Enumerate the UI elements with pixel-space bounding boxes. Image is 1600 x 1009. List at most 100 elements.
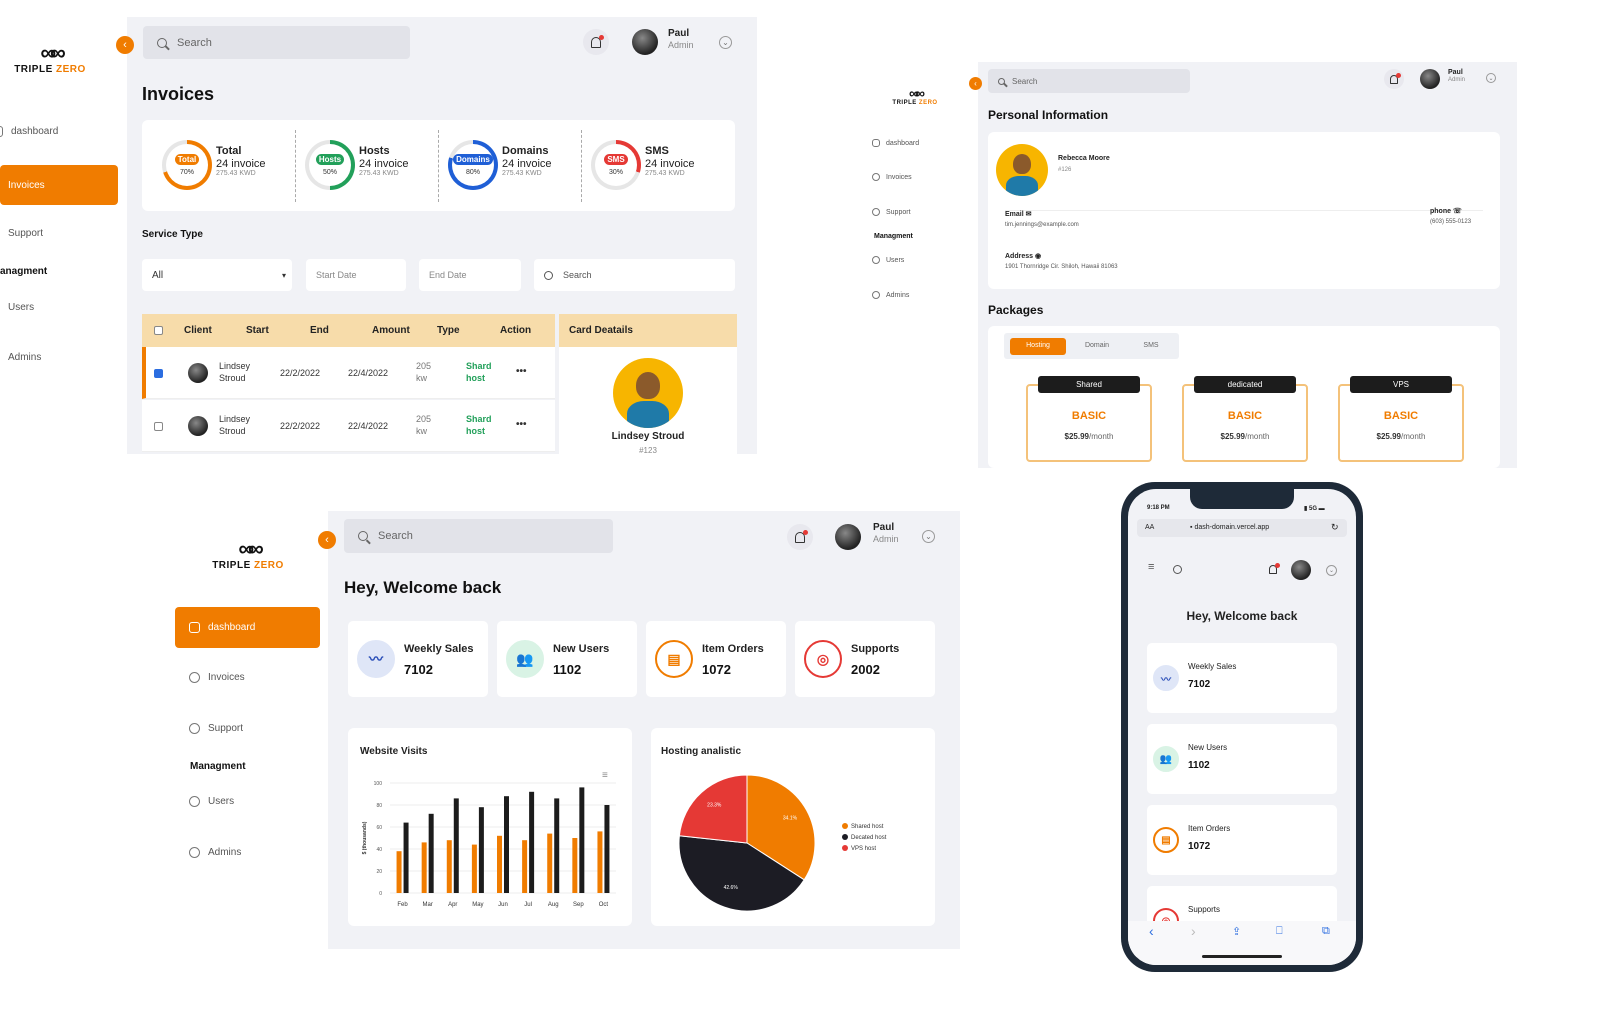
package-price: $25.99/month (1220, 432, 1270, 441)
column-end[interactable]: End (310, 325, 329, 336)
sidebar-item-admins[interactable]: Admins (8, 352, 41, 363)
reader-mode-button[interactable]: AA (1145, 524, 1154, 531)
invoice-stats-card: Total 70% Total 24 invoice 275.43 KWD Hosts 50… (142, 120, 735, 211)
package-card[interactable]: VPS BASIC $25.99/month (1338, 376, 1464, 462)
stat-card[interactable]: 〰 Weekly Sales 7102 (1147, 643, 1337, 713)
stat-card[interactable]: 👥 New Users 1102 (1147, 724, 1337, 794)
client-name: Lindsey Stroud (219, 361, 251, 383)
search-input[interactable]: Search (143, 26, 410, 59)
sidebar-item-support[interactable]: Support (0, 228, 43, 239)
bar (597, 831, 603, 893)
search-icon[interactable] (1173, 565, 1182, 574)
profile-name: Rebecca Moore (1058, 155, 1110, 162)
sidebar-item-users[interactable]: Users (872, 256, 904, 264)
sidebar-item-support[interactable]: Support (189, 723, 243, 734)
search-input[interactable]: Search (344, 519, 613, 553)
column-type[interactable]: Type (437, 325, 460, 336)
package-card[interactable]: dedicated BASIC $25.99/month (1182, 376, 1308, 462)
table-row[interactable]: Lindsey Stroud 22/2/2022 22/4/2022 205 kw Shar… (142, 347, 555, 399)
notification-bell-icon[interactable] (583, 29, 609, 55)
sidebar-toggle-button[interactable]: ‹ (318, 531, 336, 549)
row-checkbox[interactable] (154, 422, 163, 431)
hosting-analytics-card: Hosting analistic 34.1% 42.6% 23.3% Shared … (651, 728, 935, 926)
sidebar-item-invoices[interactable]: Invoices (189, 672, 245, 683)
package-card[interactable]: Shared BASIC $25.99/month (1026, 376, 1152, 462)
chevron-down-icon[interactable]: ⌄ (922, 530, 935, 543)
more-actions-icon[interactable]: ••• (516, 418, 527, 431)
url-text: ▪ dash-domain.vercel.app (1190, 524, 1270, 531)
avatar[interactable] (835, 524, 861, 550)
client-avatar (188, 416, 208, 436)
stat-label: Supports (1188, 905, 1221, 914)
sidebar-item-admins[interactable]: Admins (872, 291, 909, 299)
stat-card[interactable]: ▤ Item Orders 1072 (1147, 805, 1337, 875)
table-row[interactable]: Lindsey Stroud 22/2/2022 22/4/2022 205 kw Shar… (142, 400, 555, 452)
menu-icon[interactable]: ≡ (1148, 561, 1154, 573)
tab-hosting[interactable]: Hosting (1010, 338, 1066, 355)
trend-icon: 〰 (357, 640, 395, 678)
sidebar-item-invoices[interactable]: Invoices (872, 173, 912, 181)
column-client[interactable]: Client (184, 325, 212, 336)
stat-card[interactable]: 〰 Weekly Sales 7102 (348, 621, 488, 697)
search-icon (544, 270, 553, 280)
avatar[interactable] (1291, 560, 1311, 580)
chevron-down-icon[interactable]: ⌄ (1326, 565, 1337, 576)
chevron-down-icon[interactable]: ⌄ (719, 36, 732, 49)
column-start[interactable]: Start (246, 325, 269, 336)
stat-label: Weekly Sales (1188, 662, 1237, 671)
stat-value: 7102 (1188, 679, 1211, 690)
start-date-input[interactable]: Start Date (306, 259, 406, 291)
bar (403, 822, 409, 893)
notification-bell-icon[interactable] (787, 524, 813, 550)
stat-progress-ring: SMS 30% (591, 140, 641, 190)
sidebar-item-dashboard[interactable]: dashboard (872, 139, 919, 147)
chevron-down-icon[interactable]: ⌄ (1486, 73, 1496, 83)
back-icon[interactable]: ‹ (1149, 923, 1154, 939)
tab-domain[interactable]: Domain (1072, 338, 1122, 355)
forward-icon[interactable]: › (1191, 923, 1196, 939)
column-amount[interactable]: Amount (372, 325, 410, 336)
notification-bell-icon[interactable] (1384, 69, 1404, 89)
share-icon[interactable]: ⇪ (1232, 925, 1241, 938)
tabs-icon[interactable]: ⧉ (1322, 925, 1330, 938)
stat-ring-percent: 80% (465, 169, 480, 176)
bar (497, 835, 502, 893)
page-title: Invoices (142, 84, 215, 104)
column-action[interactable]: Action (500, 325, 531, 336)
more-actions-icon[interactable]: ••• (516, 365, 527, 378)
bookmarks-icon[interactable]: ⎕ (1276, 925, 1283, 938)
search-input[interactable]: Search (988, 69, 1190, 93)
service-type-select[interactable]: All ▾ (142, 259, 292, 291)
admins-icon (189, 847, 200, 858)
legend-entry: Shared host (851, 824, 884, 830)
tab-sms[interactable]: SMS (1126, 338, 1176, 355)
sidebar-item-invoices[interactable]: Invoices (0, 165, 118, 205)
end-date-input[interactable]: End Date (419, 259, 521, 291)
stat-value: 7102 (404, 662, 433, 677)
row-checkbox[interactable] (154, 369, 163, 378)
select-all-checkbox[interactable] (154, 326, 163, 335)
stat-card[interactable]: ◎ Supports 2002 (795, 621, 935, 697)
stat-ring-percent: 70% (179, 169, 194, 176)
sidebar-item-dashboard[interactable]: dashboard (0, 126, 58, 137)
sidebar-toggle-button[interactable]: ‹ (969, 77, 982, 90)
reload-icon[interactable]: ↻ (1331, 522, 1339, 533)
table-search-input[interactable]: Search (534, 259, 735, 291)
sidebar-item-dashboard[interactable]: dashboard (175, 607, 320, 648)
avatar[interactable] (1420, 69, 1440, 89)
stat-card[interactable]: ▤ Item Orders 1072 (646, 621, 786, 697)
bar (446, 840, 452, 893)
sidebar-item-users[interactable]: Users (8, 302, 34, 313)
stat-card[interactable]: 👥 New Users 1102 (497, 621, 637, 697)
package-price: $25.99/month (1376, 432, 1426, 441)
brand-mark-icon: ∞∞ (909, 85, 925, 101)
sidebar-item-admins[interactable]: Admins (189, 847, 241, 858)
notification-bell-icon[interactable] (1264, 560, 1282, 578)
y-tick-label: 100 (374, 781, 383, 787)
sidebar-item-support[interactable]: Support (872, 208, 911, 216)
stat-ring-percent: 30% (608, 169, 623, 176)
profile-id: #126 (1058, 167, 1072, 173)
sidebar-toggle-button[interactable]: ‹ (116, 36, 134, 54)
avatar[interactable] (632, 29, 658, 55)
sidebar-item-users[interactable]: Users (189, 796, 234, 807)
